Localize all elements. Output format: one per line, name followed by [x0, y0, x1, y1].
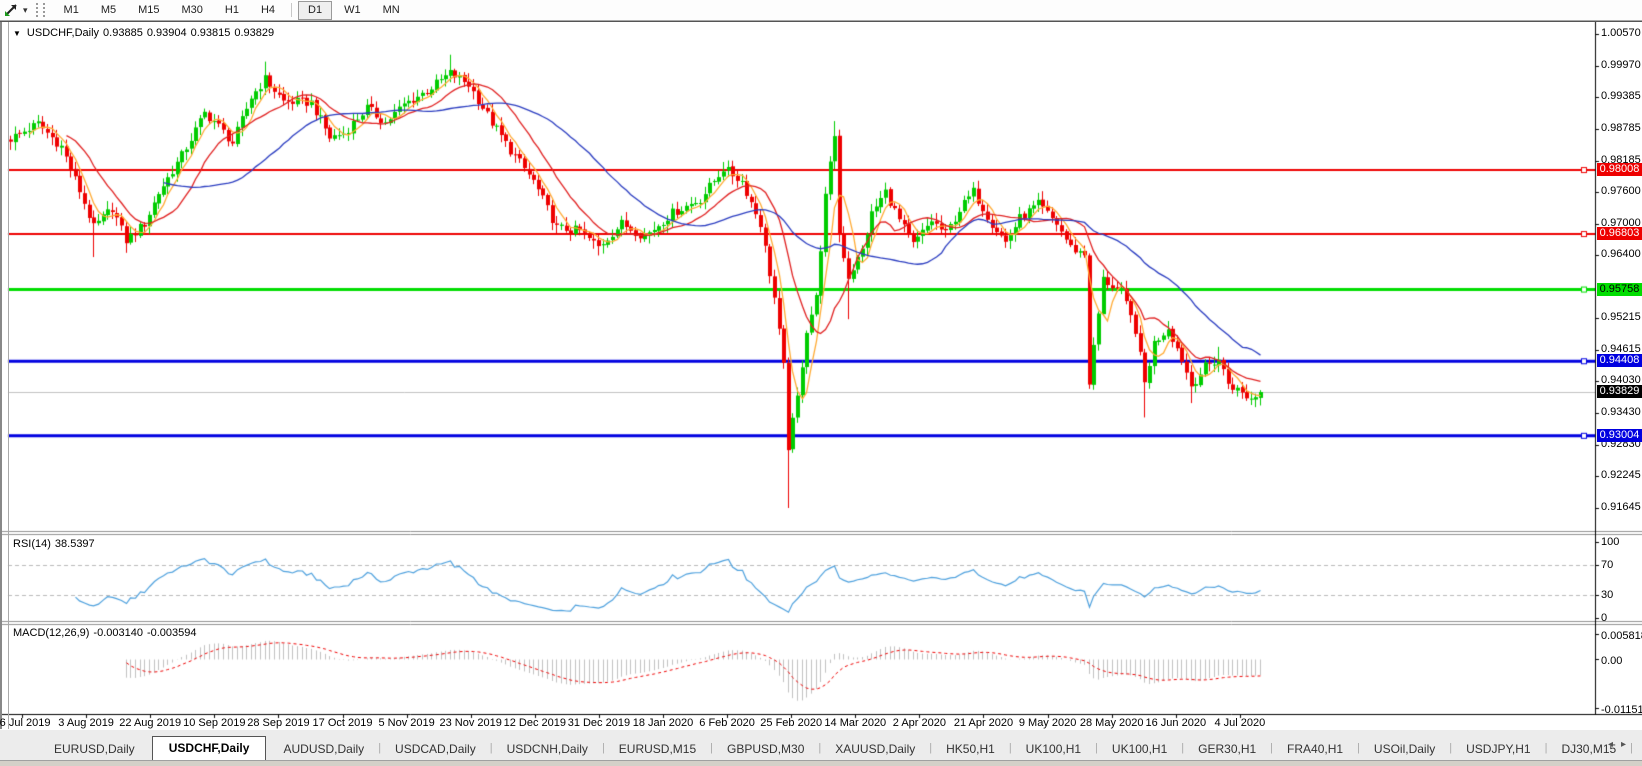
tab-xauusd-daily[interactable]: XAUUSD,Daily — [821, 739, 929, 760]
price-tick-label: 0.99385 — [1601, 90, 1641, 103]
hline-price-badge: 0.96803 — [1597, 227, 1642, 240]
timeframe-button-W1[interactable]: W1 — [334, 1, 371, 20]
rsi-value: 38.5397 — [55, 538, 95, 550]
date-tick-label: 12 Dec 2019 — [504, 717, 566, 729]
macd-tick-label: 0.005818 — [1601, 630, 1642, 642]
scroll-left-icon[interactable]: ◂ — [1608, 739, 1621, 750]
tab-uk100-h1[interactable]: UK100,H1 — [1098, 739, 1181, 760]
macd-tick-label: 0.00 — [1601, 655, 1622, 667]
timeframe-buttons: M1M5M15M30H1H4 D1W1MN — [53, 1, 411, 20]
toolbar-grip-handle[interactable] — [36, 3, 45, 17]
hline-price-badge: 0.93004 — [1597, 429, 1642, 442]
tab-usdcad-daily[interactable]: USDCAD,Daily — [381, 739, 490, 760]
window-left-frame — [0, 22, 9, 730]
date-tick-label: 28 May 2020 — [1080, 717, 1144, 729]
date-tick-label: 2 Apr 2020 — [893, 717, 946, 729]
crosshair-tool-icon[interactable] — [3, 2, 21, 18]
price-tick-label: 1.00570 — [1601, 27, 1641, 40]
price-tick-label: 0.91645 — [1601, 501, 1641, 514]
tab-china300-h4[interactable]: CHINA300,H4 — [1633, 739, 1642, 760]
chart-title: ▼ USDCHF,Daily 0.93885 0.93904 0.938150.9382… — [13, 27, 278, 39]
timeframe-button-D1[interactable]: D1 — [298, 1, 332, 20]
date-tick-label: 4 Jul 2020 — [1215, 717, 1266, 729]
tab-uk100-h1[interactable]: UK100,H1 — [1012, 739, 1095, 760]
tab-eurusd-daily[interactable]: EURUSD,Daily — [40, 739, 149, 760]
timeframe-button-MN[interactable]: MN — [373, 1, 410, 20]
close-value: 0.93829 — [234, 27, 274, 39]
tab-fra40-h1[interactable]: FRA40,H1 — [1273, 739, 1357, 760]
tab-hk50-h1[interactable]: HK50,H1 — [932, 739, 1009, 760]
scroll-right-icon[interactable]: ▸ — [1621, 739, 1634, 750]
macd-name: MACD(12,26,9) — [13, 627, 89, 639]
tab-eurusd-m15[interactable]: EURUSD,M15 — [605, 739, 710, 760]
hline-price-badge: 0.95758 — [1597, 283, 1642, 296]
date-tick-label: 3 Aug 2019 — [58, 717, 114, 729]
hline-price-badge: 0.98008 — [1597, 163, 1642, 176]
high-value: 0.93904 — [147, 27, 187, 39]
macd-indicator-label: MACD(12,26,9) -0.003140 -0.003594 — [13, 627, 201, 639]
date-tick-label: 9 May 2020 — [1019, 717, 1076, 729]
macd-main-value: -0.003140 — [93, 627, 143, 639]
timeframe-button-M15[interactable]: M15 — [128, 1, 169, 20]
date-tick-label: 10 Sep 2019 — [183, 717, 245, 729]
tab-gbpusd-m30[interactable]: GBPUSD,M30 — [713, 739, 818, 760]
date-tick-label: 21 Apr 2020 — [954, 717, 1013, 729]
timeframe-button-M1[interactable]: M1 — [54, 1, 89, 20]
date-tick-label: 18 Jan 2020 — [633, 717, 694, 729]
price-chart-canvas[interactable] — [0, 22, 1642, 730]
date-tick-label: 28 Sep 2019 — [247, 717, 309, 729]
symbol-label: USDCHF,Daily — [27, 27, 99, 39]
chart-tab-bar: EURUSD,Daily USDCHF,Daily AUDUSD,Daily|U… — [0, 729, 1642, 760]
date-tick-label: 16 Jul 2019 — [0, 717, 50, 729]
date-tick-label: 31 Dec 2019 — [568, 717, 630, 729]
timeframe-button-H1[interactable]: H1 — [215, 1, 249, 20]
macd-tick-label: -0.011514 — [1601, 704, 1642, 716]
date-tick-label: 6 Feb 2020 — [699, 717, 755, 729]
collapse-triangle-icon[interactable]: ▼ — [13, 29, 21, 38]
open-value: 0.93885 — [103, 27, 143, 39]
tab-usoil-daily[interactable]: USOil,Daily — [1360, 739, 1449, 760]
low-value: 0.93815 — [191, 27, 231, 39]
price-tick-label: 0.97600 — [1601, 185, 1641, 198]
tab-usdcnh-daily[interactable]: USDCNH,Daily — [493, 739, 602, 760]
hline-price-badge: 0.94408 — [1597, 354, 1642, 367]
rsi-name: RSI(14) — [13, 538, 51, 550]
current-price-badge: 0.93829 — [1597, 385, 1642, 398]
tab-usdjpy-h1[interactable]: USDJPY,H1 — [1452, 739, 1544, 760]
date-tick-label: 22 Aug 2019 — [119, 717, 181, 729]
tab-audusd-daily[interactable]: AUDUSD,Daily — [270, 739, 379, 760]
date-tick-label: 5 Nov 2019 — [378, 717, 434, 729]
tab-scroll-arrows: ◂▸ — [1608, 739, 1634, 750]
tab-ger30-h1[interactable]: GER30,H1 — [1184, 739, 1270, 760]
toolbar-separator — [291, 3, 292, 17]
chevron-down-icon[interactable]: ▾ — [23, 5, 28, 16]
tab-usdchf-daily[interactable]: USDCHF,Daily — [152, 736, 267, 760]
date-tick-label: 25 Feb 2020 — [760, 717, 822, 729]
timeframe-button-H4[interactable]: H4 — [251, 1, 285, 20]
price-tick-label: 0.95215 — [1601, 311, 1641, 324]
price-tick-label: 0.93430 — [1601, 406, 1641, 419]
price-tick-label: 0.96400 — [1601, 248, 1641, 261]
rsi-tick-label: 30 — [1601, 589, 1613, 601]
price-tick-label: 0.98785 — [1601, 122, 1641, 135]
date-tick-label: 17 Oct 2019 — [313, 717, 373, 729]
timeframe-toolbar: ▾ M1M5M15M30H1H4 D1W1MN — [0, 0, 1642, 21]
date-tick-label: 16 Jun 2020 — [1146, 717, 1207, 729]
rsi-tick-label: 70 — [1601, 559, 1613, 571]
timeframe-button-M5[interactable]: M5 — [91, 1, 126, 20]
price-tick-label: 0.99970 — [1601, 59, 1641, 72]
chart-area[interactable]: ▼USDCHF,Daily0.938850.939040.938150.9382… — [0, 21, 1642, 730]
rsi-indicator-label: RSI(14) 38.5397 — [13, 538, 99, 550]
chart-tabs: EURUSD,Daily USDCHF,Daily AUDUSD,Daily|U… — [40, 736, 1642, 760]
macd-signal-value: -0.003594 — [147, 627, 197, 639]
date-tick-label: 14 Mar 2020 — [824, 717, 886, 729]
mt4-window: ▾ M1M5M15M30H1H4 D1W1MN ▼ USDCHF,Daily 0.93… — [0, 0, 1642, 766]
rsi-tick-label: 0 — [1601, 612, 1607, 624]
timeframe-button-M30[interactable]: M30 — [172, 1, 213, 20]
status-strip — [0, 760, 1642, 766]
price-tick-label: 0.92245 — [1601, 469, 1641, 482]
date-tick-label: 23 Nov 2019 — [439, 717, 501, 729]
rsi-tick-label: 100 — [1601, 536, 1619, 548]
